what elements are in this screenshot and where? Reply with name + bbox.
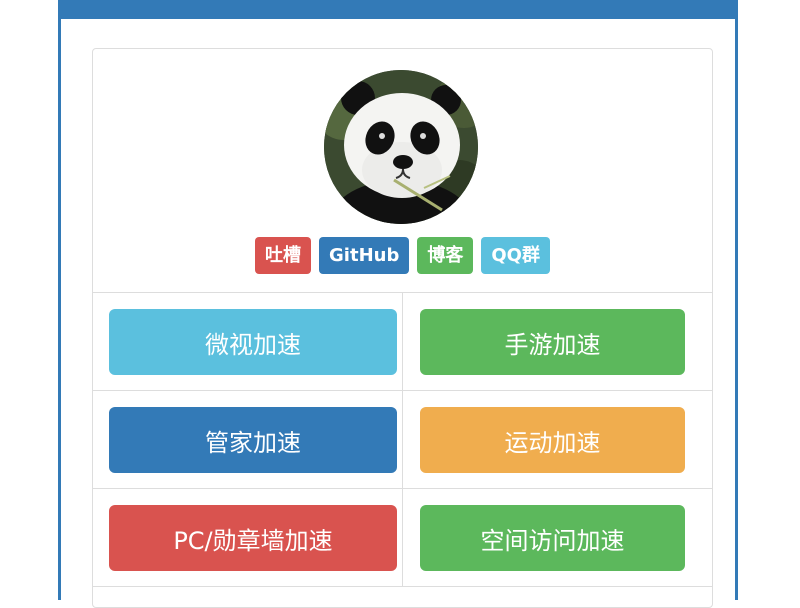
grid-cell: 手游加速 [403,293,712,391]
app-frame: 吐槽 GitHub 博客 QQ群 微视加速 手游加速 管家加速 运动加速 PC/… [58,0,738,608]
top-navbar [61,0,735,19]
grid-cell: 运动加速 [403,391,712,489]
panda-avatar-image [324,70,478,224]
mobile-game-accelerate-button[interactable]: 手游加速 [420,309,685,375]
main-panel: 吐槽 GitHub 博客 QQ群 微视加速 手游加速 管家加速 运动加速 PC/… [92,48,713,608]
grid-cell: 微视加速 [93,293,403,391]
grid-cell: PC/勋章墙加速 [93,489,403,587]
tag-qq-group[interactable]: QQ群 [481,237,550,274]
pc-medal-accelerate-button[interactable]: PC/勋章墙加速 [109,505,397,571]
sport-accelerate-button[interactable]: 运动加速 [420,407,685,473]
grid-cell: 空间访问加速 [403,489,712,587]
weishi-accelerate-button[interactable]: 微视加速 [109,309,397,375]
grid-cell: 管家加速 [93,391,403,489]
tag-complaint[interactable]: 吐槽 [255,237,312,274]
manager-accelerate-button[interactable]: 管家加速 [109,407,397,473]
profile-section: 吐槽 GitHub 博客 QQ群 [93,49,712,293]
tag-links: 吐槽 GitHub 博客 QQ群 [93,237,712,274]
panda-avatar [324,70,478,224]
tag-blog[interactable]: 博客 [417,237,474,274]
tag-github[interactable]: GitHub [319,237,410,274]
qzone-access-accelerate-button[interactable]: 空间访问加速 [420,505,685,571]
